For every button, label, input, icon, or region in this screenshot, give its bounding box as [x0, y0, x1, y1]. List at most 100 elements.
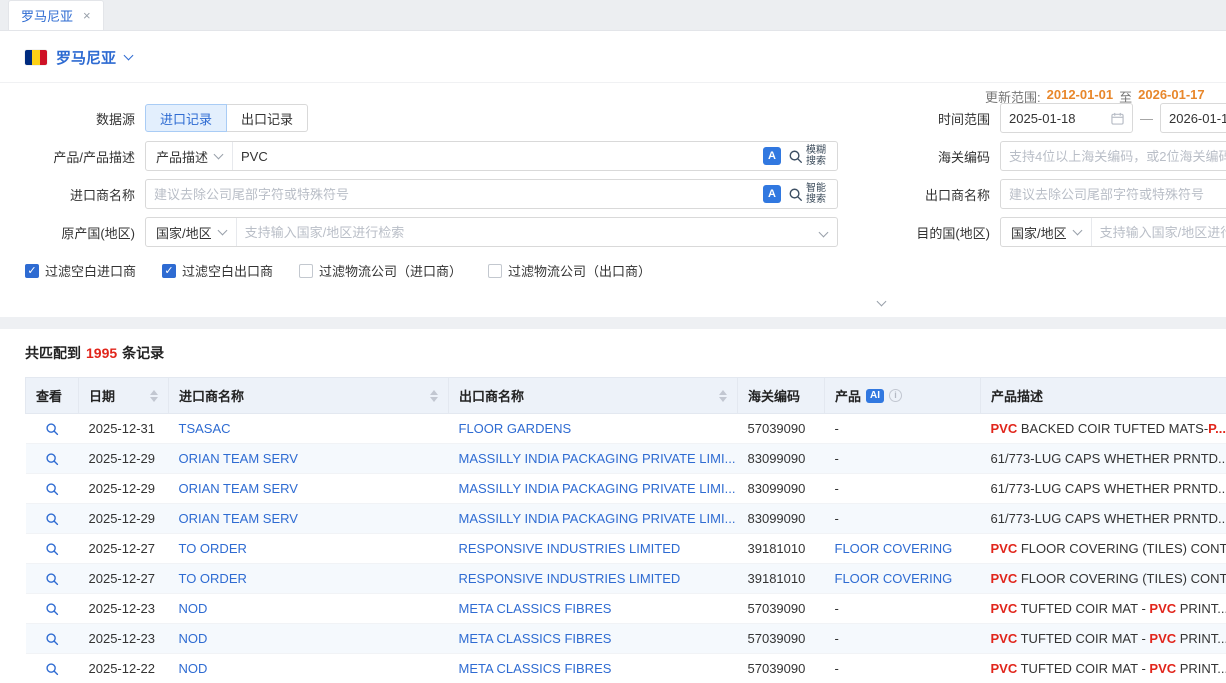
filter-checkbox[interactable]: ✓过滤空白出口商: [162, 261, 273, 280]
filter-checkbox[interactable]: 过滤物流公司（进口商）: [299, 261, 462, 280]
product-link[interactable]: FLOOR COVERING: [835, 541, 953, 556]
import-records-button[interactable]: 进口记录: [145, 104, 227, 132]
cell-exporter: MASSILLY INDIA PACKAGING PRIVATE LIMI...: [449, 444, 738, 474]
cell-product: -: [825, 624, 981, 654]
sort-icon[interactable]: [150, 390, 158, 402]
translate-icon[interactable]: A: [763, 147, 781, 165]
tab-romania[interactable]: 罗马尼亚 ×: [8, 0, 104, 30]
country-name[interactable]: 罗马尼亚: [56, 47, 116, 68]
export-records-button[interactable]: 出口记录: [227, 104, 308, 132]
checkbox-icon[interactable]: ✓: [162, 264, 176, 278]
description-segment: PVC: [991, 601, 1018, 616]
cell-view: [26, 564, 79, 594]
importer-link[interactable]: TO ORDER: [179, 571, 247, 586]
info-icon[interactable]: i: [889, 389, 902, 402]
exporter-link[interactable]: META CLASSICS FIBRES: [459, 661, 612, 676]
filter-checkbox-row: ✓过滤空白进口商 ✓过滤空白出口商 过滤物流公司（进口商） 过滤物流公司（出口商）: [25, 261, 1226, 280]
destination-country-input[interactable]: [1092, 219, 1226, 245]
view-magnifier-icon[interactable]: [45, 572, 59, 586]
product-input[interactable]: [233, 143, 759, 169]
view-magnifier-icon[interactable]: [45, 512, 59, 526]
cell-date: 2025-12-27: [79, 564, 169, 594]
description-segment: PVC: [1149, 661, 1176, 676]
translate-icon[interactable]: A: [763, 185, 781, 203]
collapse-filters-button[interactable]: [868, 295, 894, 311]
importer-link[interactable]: ORIAN TEAM SERV: [179, 511, 298, 526]
importer-name-input[interactable]: [146, 181, 759, 207]
view-magnifier-icon[interactable]: [45, 632, 59, 646]
importer-link[interactable]: TSASAC: [179, 421, 231, 436]
column-label: 出口商名称: [459, 386, 524, 405]
search-icon[interactable]: [788, 187, 803, 202]
column-header-exporter[interactable]: 出口商名称: [449, 378, 738, 414]
exporter-link[interactable]: MASSILLY INDIA PACKAGING PRIVATE LIMI...: [459, 511, 736, 526]
cell-product: -: [825, 594, 981, 624]
description-segment: PVC: [991, 661, 1018, 676]
view-magnifier-icon[interactable]: [45, 452, 59, 466]
importer-link[interactable]: ORIAN TEAM SERV: [179, 481, 298, 496]
checkbox-icon[interactable]: [299, 264, 313, 278]
checkbox-label: 过滤物流公司（出口商）: [508, 261, 651, 280]
origin-region-select[interactable]: 国家/地区: [146, 218, 237, 246]
hs-code-input[interactable]: [1000, 141, 1226, 171]
column-header-product: 产品AIi: [825, 378, 981, 414]
cell-date: 2025-12-29: [79, 504, 169, 534]
checkbox-icon[interactable]: ✓: [25, 264, 39, 278]
description-segment: PVC: [1149, 601, 1176, 616]
view-magnifier-icon[interactable]: [45, 542, 59, 556]
view-magnifier-icon[interactable]: [45, 662, 59, 676]
description-segment: PVC: [991, 631, 1018, 646]
view-magnifier-icon[interactable]: [45, 422, 59, 436]
exporter-link[interactable]: RESPONSIVE INDUSTRIES LIMITED: [459, 541, 681, 556]
tab-close-icon[interactable]: ×: [83, 8, 91, 23]
cell-product: FLOOR COVERING: [825, 534, 981, 564]
sort-icon[interactable]: [430, 390, 438, 402]
destination-country-row: 目的国(地区) 国家/地区: [900, 217, 1226, 247]
cell-product: -: [825, 504, 981, 534]
column-label: 海关编码: [748, 386, 800, 405]
cell-view: [26, 474, 79, 504]
exporter-link[interactable]: MASSILLY INDIA PACKAGING PRIVATE LIMI...: [459, 451, 736, 466]
importer-link[interactable]: NOD: [179, 631, 208, 646]
smart-search-label[interactable]: 智能搜索: [806, 183, 830, 205]
date-from-input[interactable]: 2025-01-18: [1000, 103, 1133, 133]
filter-checkbox[interactable]: 过滤物流公司（出口商）: [488, 261, 651, 280]
cell-date: 2025-12-23: [79, 594, 169, 624]
cell-description: PVC TUFTED COIR MAT - PVC PRINT...: [981, 594, 1226, 624]
fuzzy-search-label[interactable]: 模糊搜索: [806, 145, 830, 167]
filter-checkbox[interactable]: ✓过滤空白进口商: [25, 261, 136, 280]
chevron-down-icon[interactable]: [124, 51, 134, 61]
sort-icon[interactable]: [719, 390, 727, 402]
exporter-name-input[interactable]: [1000, 179, 1226, 209]
exporter-link[interactable]: META CLASSICS FIBRES: [459, 601, 612, 616]
destination-region-select[interactable]: 国家/地区: [1001, 218, 1092, 246]
cell-importer: TO ORDER: [169, 564, 449, 594]
column-label: 产品: [835, 386, 861, 405]
column-header-date[interactable]: 日期: [79, 378, 169, 414]
importer-link[interactable]: ORIAN TEAM SERV: [179, 451, 298, 466]
importer-link[interactable]: NOD: [179, 661, 208, 676]
description-segment: TUFTED COIR MAT -: [1017, 601, 1149, 616]
product-link[interactable]: FLOOR COVERING: [835, 571, 953, 586]
checkbox-icon[interactable]: [488, 264, 502, 278]
column-header-importer[interactable]: 进口商名称: [169, 378, 449, 414]
view-magnifier-icon[interactable]: [45, 482, 59, 496]
table-row: 2025-12-22NODMETA CLASSICS FIBRES5703909…: [26, 654, 1226, 683]
product-type-select[interactable]: 产品描述: [146, 142, 233, 170]
exporter-link[interactable]: META CLASSICS FIBRES: [459, 631, 612, 646]
origin-country-input[interactable]: [237, 219, 820, 245]
exporter-link[interactable]: FLOOR GARDENS: [459, 421, 572, 436]
view-magnifier-icon[interactable]: [45, 602, 59, 616]
cell-product: -: [825, 444, 981, 474]
importer-link[interactable]: NOD: [179, 601, 208, 616]
destination-region-select-value: 国家/地区: [1011, 223, 1067, 242]
exporter-link[interactable]: RESPONSIVE INDUSTRIES LIMITED: [459, 571, 681, 586]
importer-link[interactable]: TO ORDER: [179, 541, 247, 556]
cell-importer: TSASAC: [169, 414, 449, 444]
cell-hscode: 39181010: [738, 564, 825, 594]
date-to-input[interactable]: 2026-01-17: [1160, 103, 1226, 133]
description-segment: PVC: [1149, 631, 1176, 646]
checkbox-label: 过滤物流公司（进口商）: [319, 261, 462, 280]
search-icon[interactable]: [788, 149, 803, 164]
exporter-link[interactable]: MASSILLY INDIA PACKAGING PRIVATE LIMI...: [459, 481, 736, 496]
